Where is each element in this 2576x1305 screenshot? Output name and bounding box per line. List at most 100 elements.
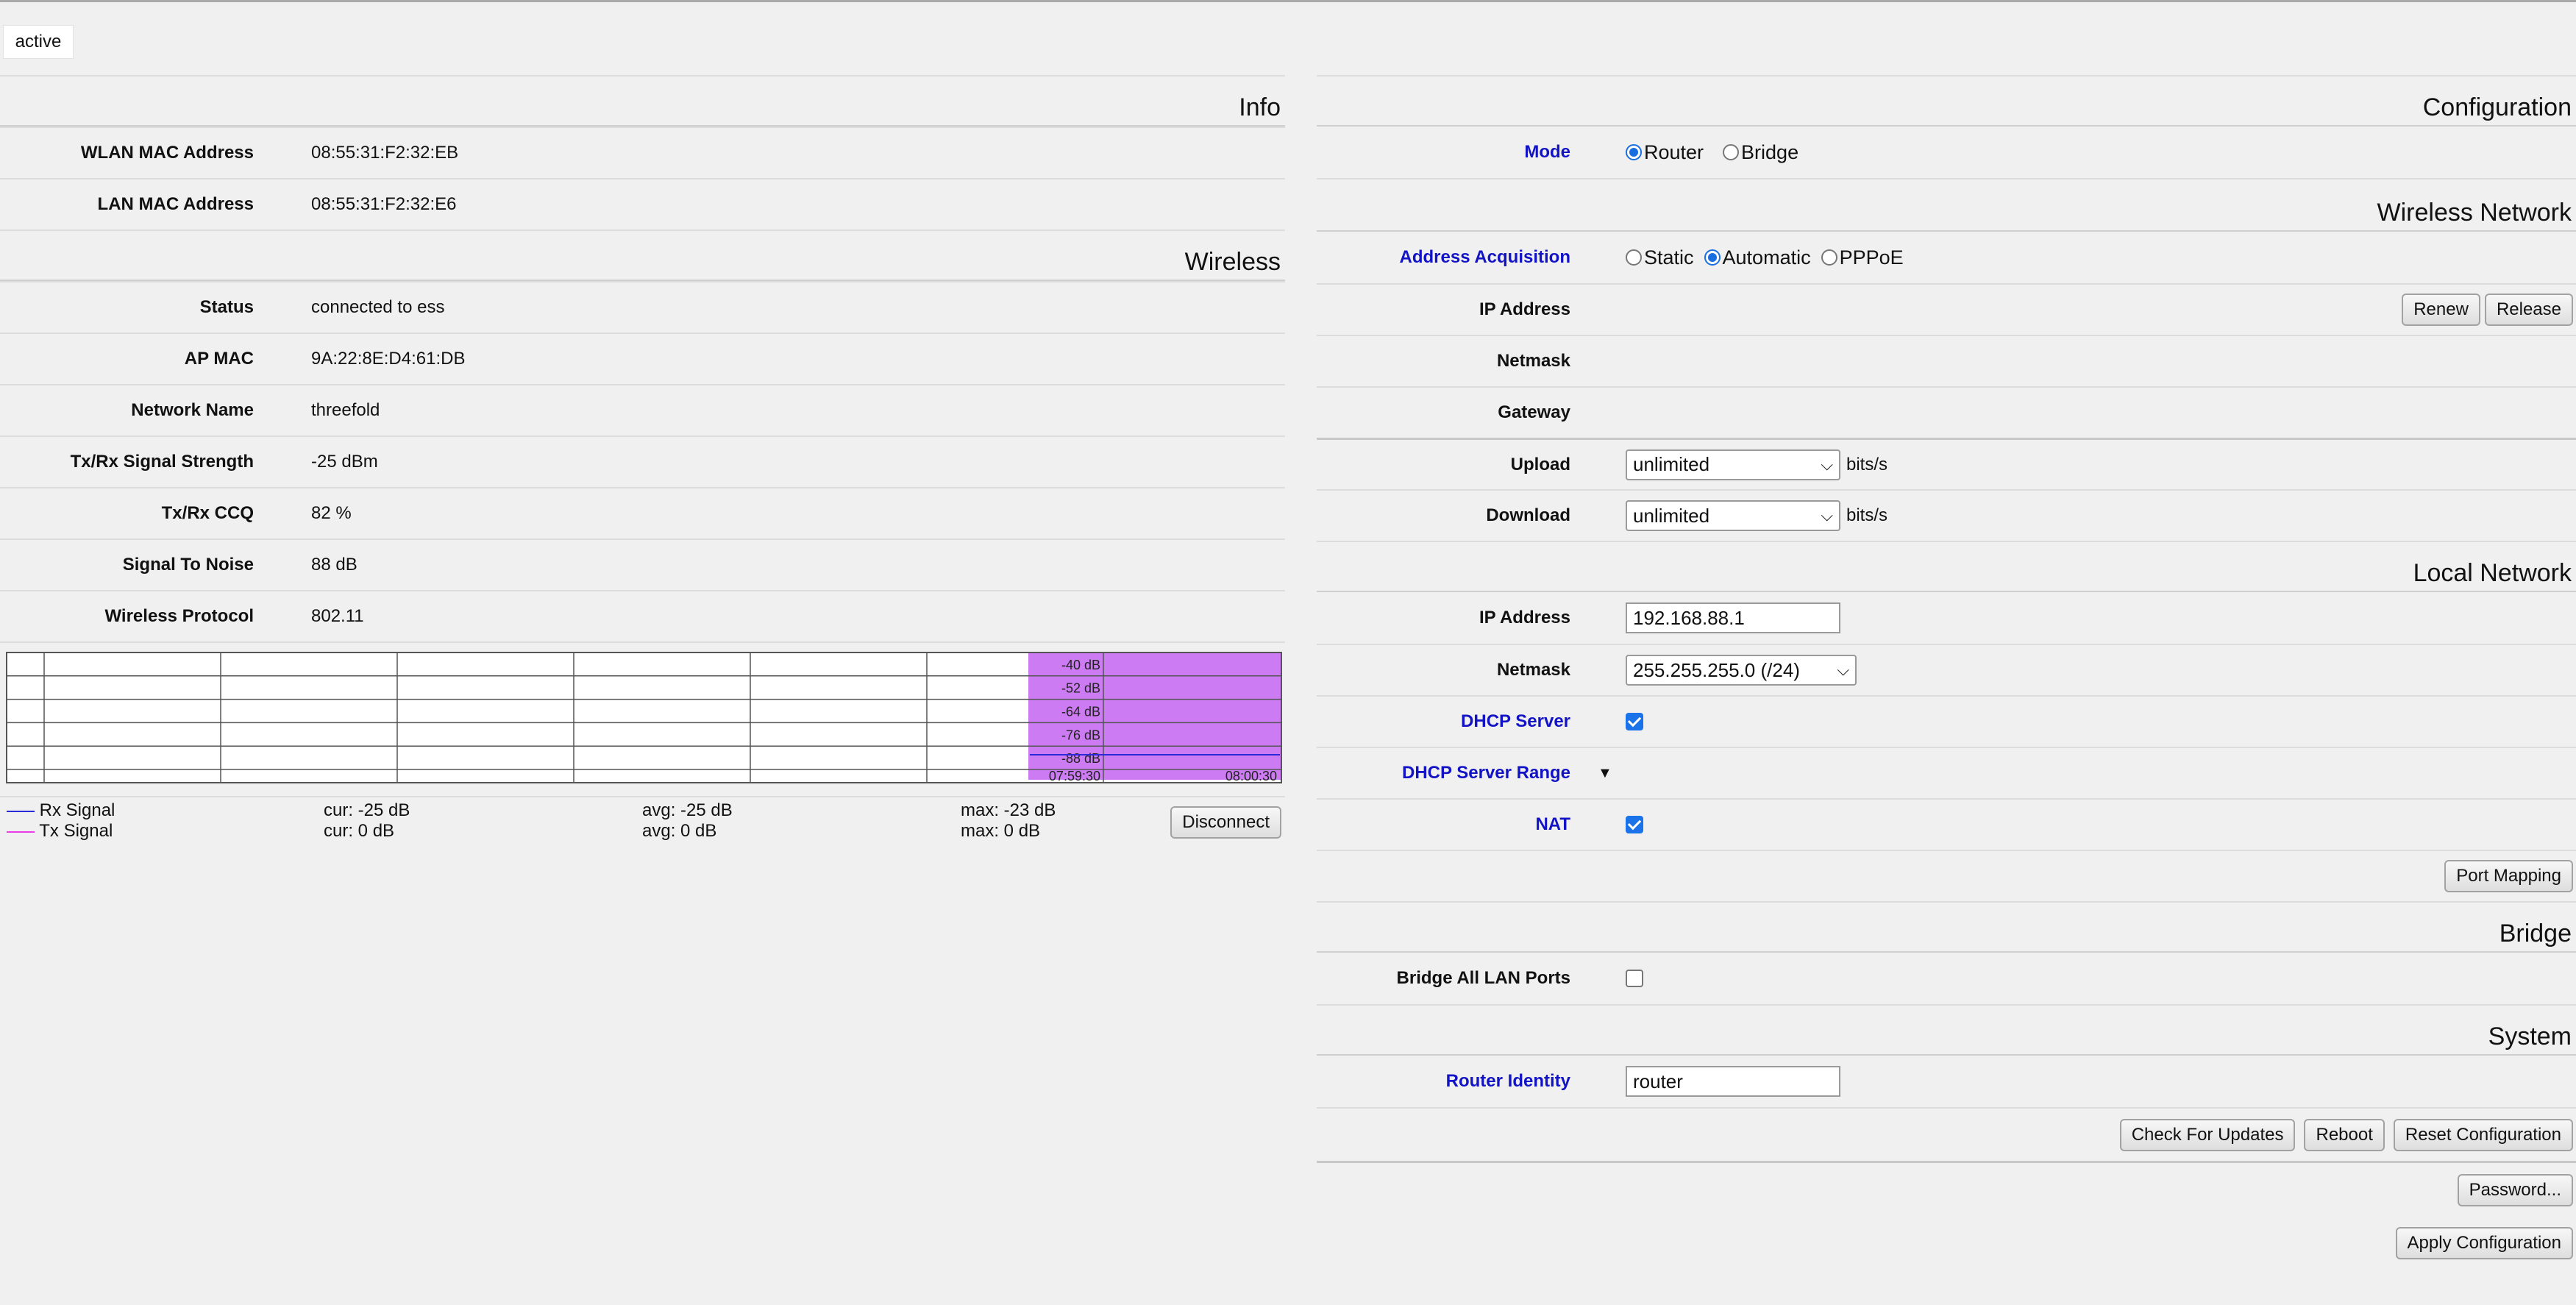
router-identity-row: Router Identity router <box>1317 1056 2576 1107</box>
acq-static-radio[interactable] <box>1626 249 1642 266</box>
network-name-value: threefold <box>311 400 380 420</box>
ccq-row: Tx/Rx CCQ 82 % <box>0 487 1285 538</box>
lan-mac-row: LAN MAC Address 08:55:31:F2:32:E6 <box>0 178 1285 230</box>
system-title: System <box>2488 1023 2572 1050</box>
mode-bridge-radio[interactable] <box>1723 144 1740 160</box>
info-title: Info <box>1239 93 1281 121</box>
password-row: Password... <box>1317 1161 2576 1217</box>
lan-ip-input[interactable]: 192.168.88.1 <box>1626 602 1840 633</box>
bridge-all-ports-checkbox[interactable] <box>1626 970 1643 987</box>
dhcp-server-label: DHCP Server <box>1461 711 1570 731</box>
mode-options: Router Bridge <box>1626 127 1818 178</box>
snr-row: Signal To Noise 88 dB <box>0 538 1285 590</box>
system-actions-row: Check For Updates Reboot Reset Configura… <box>1317 1107 2576 1161</box>
signal-strength-row: Tx/Rx Signal Strength -25 dBm <box>0 435 1285 487</box>
renew-button[interactable]: Renew <box>2402 294 2480 326</box>
lan-netmask-row: Netmask 255.255.255.0 (/24) ⌵ <box>1317 644 2576 695</box>
wireless-title: Wireless <box>1184 248 1281 276</box>
protocol-label: Wireless Protocol <box>104 606 254 626</box>
release-button[interactable]: Release <box>2484 294 2573 326</box>
lan-mac-label: LAN MAC Address <box>97 194 254 214</box>
signal-strength-value: -25 dBm <box>311 452 378 472</box>
acq-automatic-label: Automatic <box>1722 246 1811 269</box>
nat-row: NAT <box>1317 798 2576 850</box>
tab-active[interactable]: active <box>3 25 74 59</box>
x-tick-label: 07:59:30 <box>1049 769 1100 783</box>
bridge-all-ports-row: Bridge All LAN Ports <box>1317 953 2576 1004</box>
network-name-row: Network Name threefold <box>0 384 1285 435</box>
wan-ip-label: IP Address <box>1479 299 1570 319</box>
bridge-title: Bridge <box>2499 920 2572 947</box>
ap-mac-value: 9A:22:8E:D4:61:DB <box>311 349 466 369</box>
download-unit: bits/s <box>1846 505 1888 525</box>
download-label: Download <box>1486 505 1570 525</box>
wan-netmask-label: Netmask <box>1496 351 1570 371</box>
upload-label: Upload <box>1510 454 1570 474</box>
y-tick-label: -64 dB <box>1061 704 1100 719</box>
dhcp-range-row: DHCP Server Range ▼ <box>1317 747 2576 798</box>
download-select[interactable]: unlimited ⌵ <box>1626 500 1840 531</box>
expand-triangle-icon[interactable]: ▼ <box>1598 748 1612 798</box>
wan-netmask-row: Netmask <box>1317 335 2576 386</box>
y-tick-label: -88 dB <box>1061 751 1100 766</box>
x-tick-label: 08:00:30 <box>1225 769 1277 783</box>
acq-pppoe-option[interactable]: PPPoE <box>1821 246 1904 269</box>
port-mapping-button[interactable]: Port Mapping <box>2444 860 2573 892</box>
reset-configuration-button[interactable]: Reset Configuration <box>2393 1118 2573 1151</box>
y-tick-label: -76 dB <box>1061 728 1100 742</box>
nat-label: NAT <box>1535 814 1570 834</box>
protocol-row: Wireless Protocol 802.11 <box>0 590 1285 641</box>
acq-static-option[interactable]: Static <box>1626 246 1694 269</box>
wireless-section-header: Wireless <box>0 230 1285 281</box>
router-identity-input[interactable]: router <box>1626 1066 1840 1097</box>
dhcp-range-label: DHCP Server Range <box>1402 763 1570 783</box>
upload-select[interactable]: unlimited ⌵ <box>1626 449 1840 480</box>
right-panel: Configuration Mode Router Bridge Wireles… <box>1317 75 2576 1269</box>
nat-checkbox[interactable] <box>1626 816 1643 833</box>
acq-pppoe-radio[interactable] <box>1821 249 1837 266</box>
address-acquisition-label: Address Acquisition <box>1399 247 1570 267</box>
signal-graph: -40 dB -52 dB -64 dB -76 dB -88 dB 07:59:30 0… <box>6 652 1282 783</box>
upload-value: unlimited <box>1633 453 1710 475</box>
left-panel: Info WLAN MAC Address 08:55:31:F2:32:EB … <box>0 75 1285 847</box>
lan-netmask-select[interactable]: 255.255.255.0 (/24) ⌵ <box>1626 655 1857 686</box>
configuration-title: Configuration <box>2422 93 2572 121</box>
wlan-mac-row: WLAN MAC Address 08:55:31:F2:32:EB <box>0 127 1285 178</box>
acq-automatic-option[interactable]: Automatic <box>1704 246 1811 269</box>
lan-ip-label: IP Address <box>1479 608 1570 627</box>
acq-automatic-radio[interactable] <box>1704 249 1721 266</box>
mode-row: Mode Router Bridge <box>1317 127 2576 178</box>
mode-router-radio[interactable] <box>1626 144 1642 160</box>
address-acquisition-options: Static Automatic PPPoE <box>1626 232 1923 283</box>
snr-label: Signal To Noise <box>122 555 254 575</box>
bridge-all-ports-label: Bridge All LAN Ports <box>1396 968 1570 988</box>
wireless-network-section-header: Wireless Network <box>1317 178 2576 232</box>
local-network-section-header: Local Network <box>1317 541 2576 592</box>
mode-router-option[interactable]: Router <box>1626 141 1704 164</box>
local-network-title: Local Network <box>2413 559 2572 587</box>
lan-netmask-label: Netmask <box>1496 660 1570 680</box>
apply-configuration-button[interactable]: Apply Configuration <box>2395 1227 2573 1259</box>
dhcp-server-checkbox[interactable] <box>1626 713 1643 730</box>
ccq-label: Tx/Rx CCQ <box>161 503 254 523</box>
signal-graph-area: -40 dB -52 dB -64 dB -76 dB -88 dB 07:59:30 0… <box>0 641 1285 841</box>
system-section-header: System <box>1317 1004 2576 1056</box>
password-button[interactable]: Password... <box>2457 1174 2573 1206</box>
router-identity-label: Router Identity <box>1445 1071 1570 1091</box>
status-label: Status <box>199 297 254 317</box>
address-acquisition-row: Address Acquisition Static Automatic PPP… <box>1317 232 2576 283</box>
chevron-down-icon: ⌵ <box>1821 455 1833 474</box>
gateway-row: Gateway <box>1317 386 2576 438</box>
lan-netmask-value: 255.255.255.0 (/24) <box>1633 658 1800 681</box>
check-for-updates-button[interactable]: Check For Updates <box>2119 1118 2296 1151</box>
ap-mac-label: AP MAC <box>184 349 254 369</box>
mode-bridge-option[interactable]: Bridge <box>1723 141 1798 164</box>
ccq-value: 82 % <box>311 503 352 523</box>
mode-router-label: Router <box>1644 141 1704 163</box>
upload-row: Upload unlimited ⌵ bits/s <box>1317 438 2576 489</box>
reboot-button[interactable]: Reboot <box>2304 1118 2385 1151</box>
acq-static-label: Static <box>1644 246 1694 269</box>
y-tick-label: -52 dB <box>1061 681 1100 696</box>
disconnect-button[interactable]: Disconnect <box>1170 806 1281 839</box>
chevron-down-icon: ⌵ <box>1837 661 1849 679</box>
